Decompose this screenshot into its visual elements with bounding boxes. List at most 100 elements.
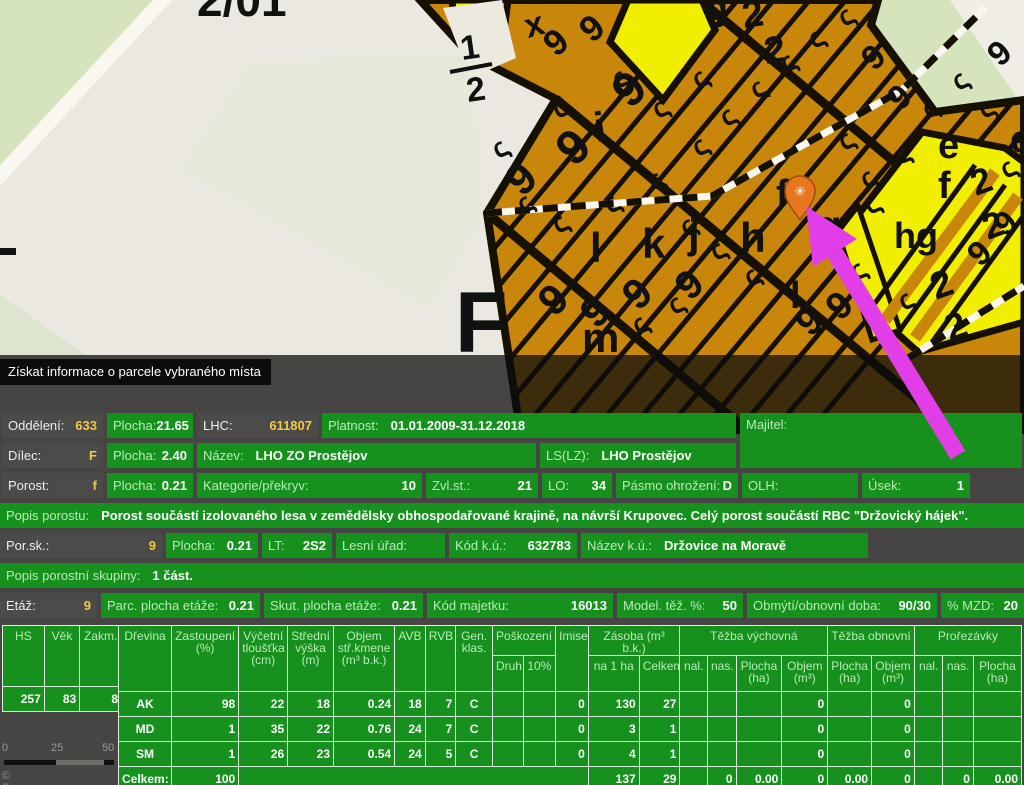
map-label: e (938, 125, 959, 167)
table-cell (523, 692, 556, 717)
info-field-4-1: Plocha: 0.21 (166, 533, 258, 558)
column-header: AVB (395, 626, 426, 692)
table-cell: 5 (425, 742, 456, 767)
table-cell: 0 (556, 742, 589, 767)
table-cell: 0 (872, 717, 915, 742)
table-cell: 24 (395, 717, 426, 742)
column-subheader: Celkem (639, 656, 680, 692)
table-cell: 0.54 (334, 742, 395, 767)
table-row: MD135220.76247C03100 (119, 717, 1022, 742)
info-field-2-6: OLH: (742, 473, 858, 498)
table-cell: 83 (44, 687, 79, 712)
table-row: AK9822180.24187C01302700 (119, 692, 1022, 717)
table-cell: 3 (588, 717, 639, 742)
column-header: Objem stř.kmene (m³ b.k.) (334, 626, 395, 692)
species-detail-table: DřevinaZastoupení (%)Výčetní tloušťka (c… (118, 625, 1022, 785)
info-field-1-1: Plocha:2.40 (107, 443, 193, 468)
table-cell (680, 692, 708, 717)
map-label: hg (894, 215, 938, 256)
column-subheader: Objem (m³) (872, 656, 915, 692)
map-attribution: © Seznam.cz, a.s. © (2, 770, 69, 785)
field-label: Plocha: (113, 478, 156, 493)
field-value: 2S2 (303, 538, 326, 553)
field-value: 632783 (528, 538, 571, 553)
table-cell (492, 742, 523, 767)
table-row: 257838 (3, 687, 122, 712)
column-header: Dřevina (119, 626, 172, 692)
field-value: LHO Prostějov (601, 448, 691, 463)
column-header: Těžba obnovní (828, 626, 915, 656)
field-value: 21 (518, 478, 532, 493)
column-header: Gen. klas. (456, 626, 493, 692)
column-subheader: na 1 ha (588, 656, 639, 692)
field-label: Etáž: (6, 598, 36, 613)
column-header: Prořezávky (914, 626, 1021, 656)
table-cell: 0.00 (828, 767, 872, 785)
table-cell: 0 (556, 717, 589, 742)
table-cell (973, 742, 1021, 767)
table-cell (736, 717, 782, 742)
field-value: 10 (402, 478, 416, 493)
field-label: Lesní úřad: (342, 538, 407, 553)
field-value: 1 (957, 478, 964, 493)
column-subheader: nas. (707, 656, 736, 692)
column-subheader: 10% (523, 656, 556, 692)
table-cell: MD (119, 717, 172, 742)
field-label: Pásmo ohrožení: (622, 478, 720, 493)
info-field-2-1: Plocha:0.21 (107, 473, 193, 498)
table-cell (680, 767, 708, 785)
info-field-1-0: Dílec:F (2, 443, 103, 468)
info-field-0-0: Oddělení:633 (2, 413, 103, 438)
table-cell: 0 (707, 767, 736, 785)
field-value: Držovice na Moravě (664, 538, 786, 553)
table-cell (973, 692, 1021, 717)
field-value: 9 (149, 538, 156, 553)
table-cell: C (456, 742, 493, 767)
column-subheader: Plocha (ha) (973, 656, 1021, 692)
table-cell: Celkem: (119, 767, 172, 785)
table-total-row: Celkem:1001372900.0000.00000.00 (119, 767, 1022, 785)
field-label: Popis porostu: (6, 508, 89, 523)
table-cell: 1 (639, 742, 680, 767)
table-cell: 0 (782, 767, 828, 785)
svg-text:✳: ✳ (794, 183, 806, 199)
forest-map-app: 2/0112xg2299i999lkjhgfee9999ml9999999hgf… (0, 0, 1024, 785)
table-row: SM126230.54245C04100 (119, 742, 1022, 767)
table-cell: 0 (872, 767, 915, 785)
table-cell: 98 (171, 692, 238, 717)
column-header: Výčetní tloušťka (cm) (239, 626, 288, 692)
table-cell: C (456, 717, 493, 742)
info-field-4-5: Název k.ú.:Držovice na Moravě (581, 533, 868, 558)
field-value: 0.21 (229, 598, 254, 613)
field-label: Model. těž. %: (623, 598, 705, 613)
field-value: 0.21 (392, 598, 417, 613)
table-cell (914, 767, 943, 785)
map-label: h (740, 214, 766, 261)
table-cell: 257 (3, 687, 45, 712)
table-cell (914, 717, 943, 742)
table-cell: 7 (425, 692, 456, 717)
table-cell (943, 742, 974, 767)
info-field-6-6: % MZD:20 (941, 593, 1024, 618)
table-cell: 0 (782, 717, 828, 742)
field-label: Plocha: (172, 538, 215, 553)
field-label: Porost: (8, 478, 49, 493)
scale-label: 0 (2, 742, 8, 754)
map-mark (0, 248, 16, 255)
table-cell: 0 (782, 692, 828, 717)
field-value: 21.65 (156, 418, 189, 433)
field-label: % MZD: (947, 598, 994, 613)
field-value: 0.21 (227, 538, 252, 553)
map-label: e (1010, 119, 1024, 161)
table-cell (943, 717, 974, 742)
field-value: 1 část. (152, 568, 192, 583)
map-label: 2/01 (197, 0, 287, 26)
map-scalebar: 0 25 50 (2, 742, 132, 766)
info-field-1-2: Název:LHO ZO Prostějov (197, 443, 536, 468)
field-value: F (89, 448, 97, 463)
info-field-5-0: Popis porostní skupiny:1 část. (0, 563, 1024, 588)
table-cell (680, 742, 708, 767)
field-label: Skut. plocha etáže: (270, 598, 381, 613)
field-label: Oddělení: (8, 418, 64, 433)
column-header: Imise (556, 626, 589, 692)
